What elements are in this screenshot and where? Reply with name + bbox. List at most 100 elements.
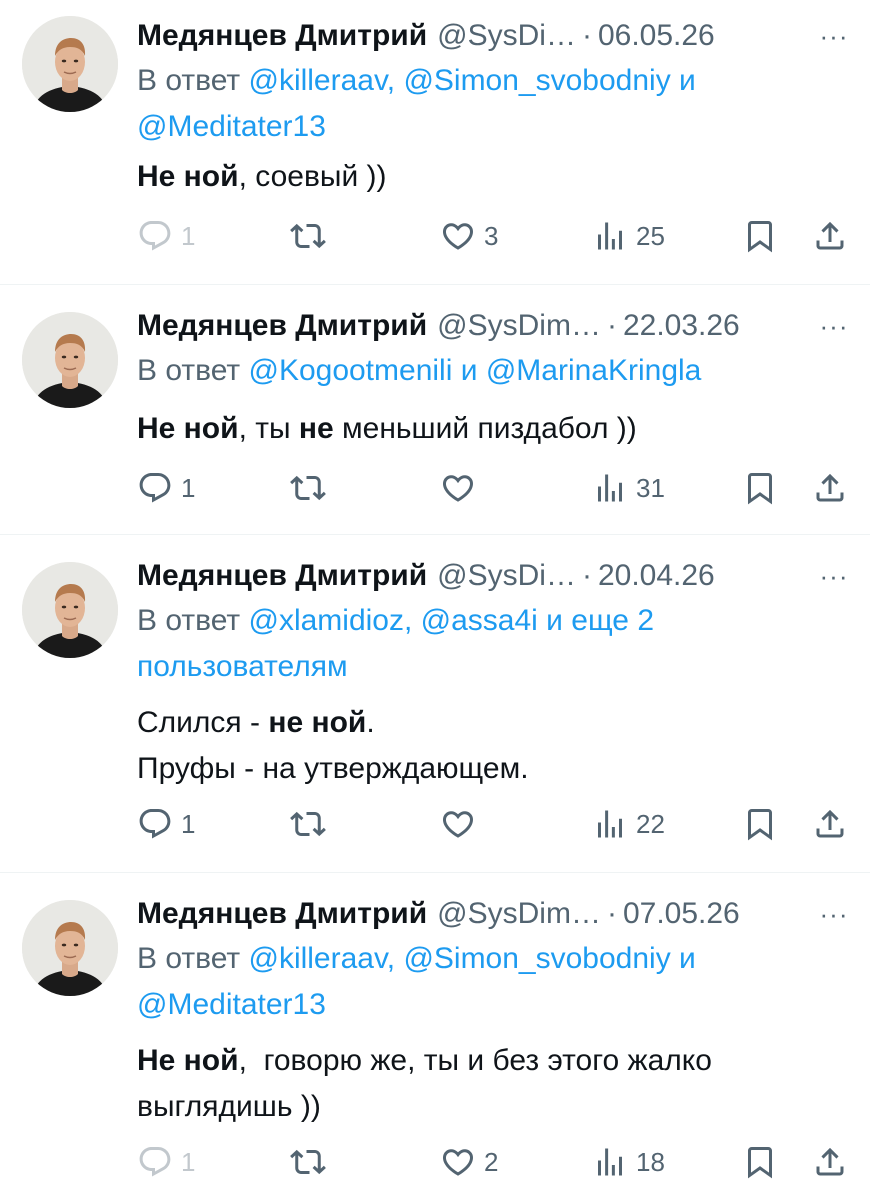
- divider: [0, 872, 870, 873]
- share-button[interactable]: [812, 214, 848, 258]
- action-bar: 1 31: [0, 466, 870, 510]
- author-handle[interactable]: @SysDim…: [437, 892, 601, 936]
- retweet-button[interactable]: [290, 802, 326, 846]
- share-upload-icon: [812, 1144, 848, 1180]
- bookmark-icon: [742, 1144, 778, 1180]
- retweet-button[interactable]: [290, 466, 326, 510]
- tweet-feed: Медянцев Дмитрий @SysDi… · 06.05.26 ··· …: [0, 0, 870, 1200]
- share-upload-icon: [812, 806, 848, 842]
- avatar[interactable]: [22, 900, 118, 996]
- author-name[interactable]: Медянцев Дмитрий: [137, 304, 427, 348]
- tweet-text-rest: меньший пиздабол )): [333, 412, 637, 445]
- separator-dot: ·: [606, 309, 617, 342]
- mention-link[interactable]: @Kogootmenili: [248, 354, 452, 387]
- comment-bubble-icon: [137, 806, 173, 842]
- mention-link[interactable]: @Meditater13: [137, 988, 326, 1021]
- mention-link[interactable]: @killeraav: [248, 64, 386, 97]
- bookmark-icon: [742, 806, 778, 842]
- tweet-date[interactable]: 07.05.26: [623, 892, 740, 936]
- avatar[interactable]: [22, 562, 118, 658]
- avatar[interactable]: [22, 16, 118, 112]
- retweet-button[interactable]: [290, 214, 326, 258]
- mention-and: и: [670, 64, 696, 97]
- tweet[interactable]: Медянцев Дмитрий @SysDim… · 07.05.26 ···…: [0, 892, 870, 1200]
- bookmark-button[interactable]: [742, 466, 778, 510]
- author-handle[interactable]: @SysDi…: [437, 554, 576, 598]
- views-button[interactable]: 31: [592, 466, 665, 510]
- like-button[interactable]: 2: [440, 1140, 498, 1184]
- reply-prefix: В ответ: [137, 354, 249, 387]
- bar-chart-icon: [592, 218, 628, 254]
- like-button[interactable]: [440, 802, 484, 846]
- tweet-date[interactable]: 22.03.26: [623, 304, 740, 348]
- heart-icon: [440, 470, 476, 506]
- more-options-icon[interactable]: ···: [810, 14, 858, 58]
- mention-link[interactable]: @Simon_svobodniy: [403, 942, 670, 975]
- author-handle[interactable]: @SysDim…: [437, 304, 601, 348]
- tweet-date[interactable]: 20.04.26: [598, 554, 715, 598]
- mention-link[interactable]: @Simon_svobodniy: [403, 64, 670, 97]
- mention-link[interactable]: @xlamidioz: [248, 604, 404, 637]
- comment-bubble-icon: [137, 218, 173, 254]
- tweet[interactable]: Медянцев Дмитрий @SysDi… · 20.04.26 ··· …: [0, 554, 870, 870]
- mention-link[interactable]: @Meditater13: [137, 110, 326, 143]
- reply-button[interactable]: 1: [137, 466, 195, 510]
- reply-prefix: В ответ: [137, 942, 249, 975]
- retweet-icon: [290, 806, 326, 842]
- bar-chart-icon: [592, 1144, 628, 1180]
- bookmark-button[interactable]: [742, 214, 778, 258]
- separator-dot: ·: [606, 897, 617, 930]
- tweet-text-bold: Не ной: [137, 412, 239, 445]
- tweet-text-line: выглядишь )): [137, 1090, 321, 1123]
- bookmark-button[interactable]: [742, 1140, 778, 1184]
- divider: [0, 284, 870, 285]
- author-name[interactable]: Медянцев Дмитрий: [137, 554, 427, 598]
- mention-link[interactable]: @killeraav: [248, 942, 386, 975]
- bookmark-icon: [742, 218, 778, 254]
- reply-button[interactable]: 1: [137, 802, 195, 846]
- share-button[interactable]: [812, 466, 848, 510]
- author-name[interactable]: Медянцев Дмитрий: [137, 892, 427, 936]
- reply-count: 1: [181, 472, 196, 503]
- tweet-text-rest: , соевый )): [238, 160, 387, 193]
- more-options-icon[interactable]: ···: [810, 554, 858, 598]
- heart-icon: [440, 806, 476, 842]
- more-users-link[interactable]: и еще 2: [538, 604, 654, 637]
- view-count: 18: [636, 1146, 665, 1177]
- heart-icon: [440, 218, 476, 254]
- more-users-link[interactable]: пользователям: [137, 650, 348, 683]
- views-button[interactable]: 18: [592, 1140, 665, 1184]
- view-count: 22: [636, 808, 665, 839]
- author-handle[interactable]: @SysDi…: [437, 14, 576, 58]
- share-upload-icon: [812, 218, 848, 254]
- tweet-date[interactable]: 06.05.26: [598, 14, 715, 58]
- bar-chart-icon: [592, 806, 628, 842]
- tweet[interactable]: Медянцев Дмитрий @SysDi… · 06.05.26 ··· …: [0, 14, 870, 284]
- tweet-text-line: Пруфы - на утверждающем.: [137, 752, 529, 785]
- mention-link[interactable]: @assa4i: [421, 604, 538, 637]
- tweet-text-bold: Не ной: [137, 1044, 239, 1077]
- share-button[interactable]: [812, 802, 848, 846]
- heart-icon: [440, 1144, 476, 1180]
- reply-button[interactable]: 1: [137, 214, 195, 258]
- bookmark-button[interactable]: [742, 802, 778, 846]
- avatar[interactable]: [22, 312, 118, 408]
- mention-link[interactable]: @MarinaKringla: [486, 354, 702, 387]
- more-options-icon[interactable]: ···: [810, 304, 858, 348]
- views-button[interactable]: 25: [592, 214, 665, 258]
- tweet-header: Медянцев Дмитрий @SysDi… · 06.05.26: [137, 14, 830, 58]
- mention-separator: ,: [386, 64, 404, 97]
- retweet-button[interactable]: [290, 1140, 326, 1184]
- like-button[interactable]: 3: [440, 214, 498, 258]
- author-name[interactable]: Медянцев Дмитрий: [137, 14, 427, 58]
- share-button[interactable]: [812, 1140, 848, 1184]
- mention-separator: ,: [403, 604, 421, 637]
- tweet-text: Не ной, говорю же, ты и без этого жалко в…: [137, 1038, 840, 1130]
- reply-button[interactable]: 1: [137, 1140, 195, 1184]
- tweet[interactable]: Медянцев Дмитрий @SysDim… · 22.03.26 ···…: [0, 304, 870, 534]
- views-button[interactable]: 22: [592, 802, 665, 846]
- like-button[interactable]: [440, 466, 484, 510]
- reply-count: 1: [181, 1146, 196, 1177]
- more-options-icon[interactable]: ···: [810, 892, 858, 936]
- reply-context: В ответ @Kogootmenili и @MarinaKringla: [137, 348, 830, 394]
